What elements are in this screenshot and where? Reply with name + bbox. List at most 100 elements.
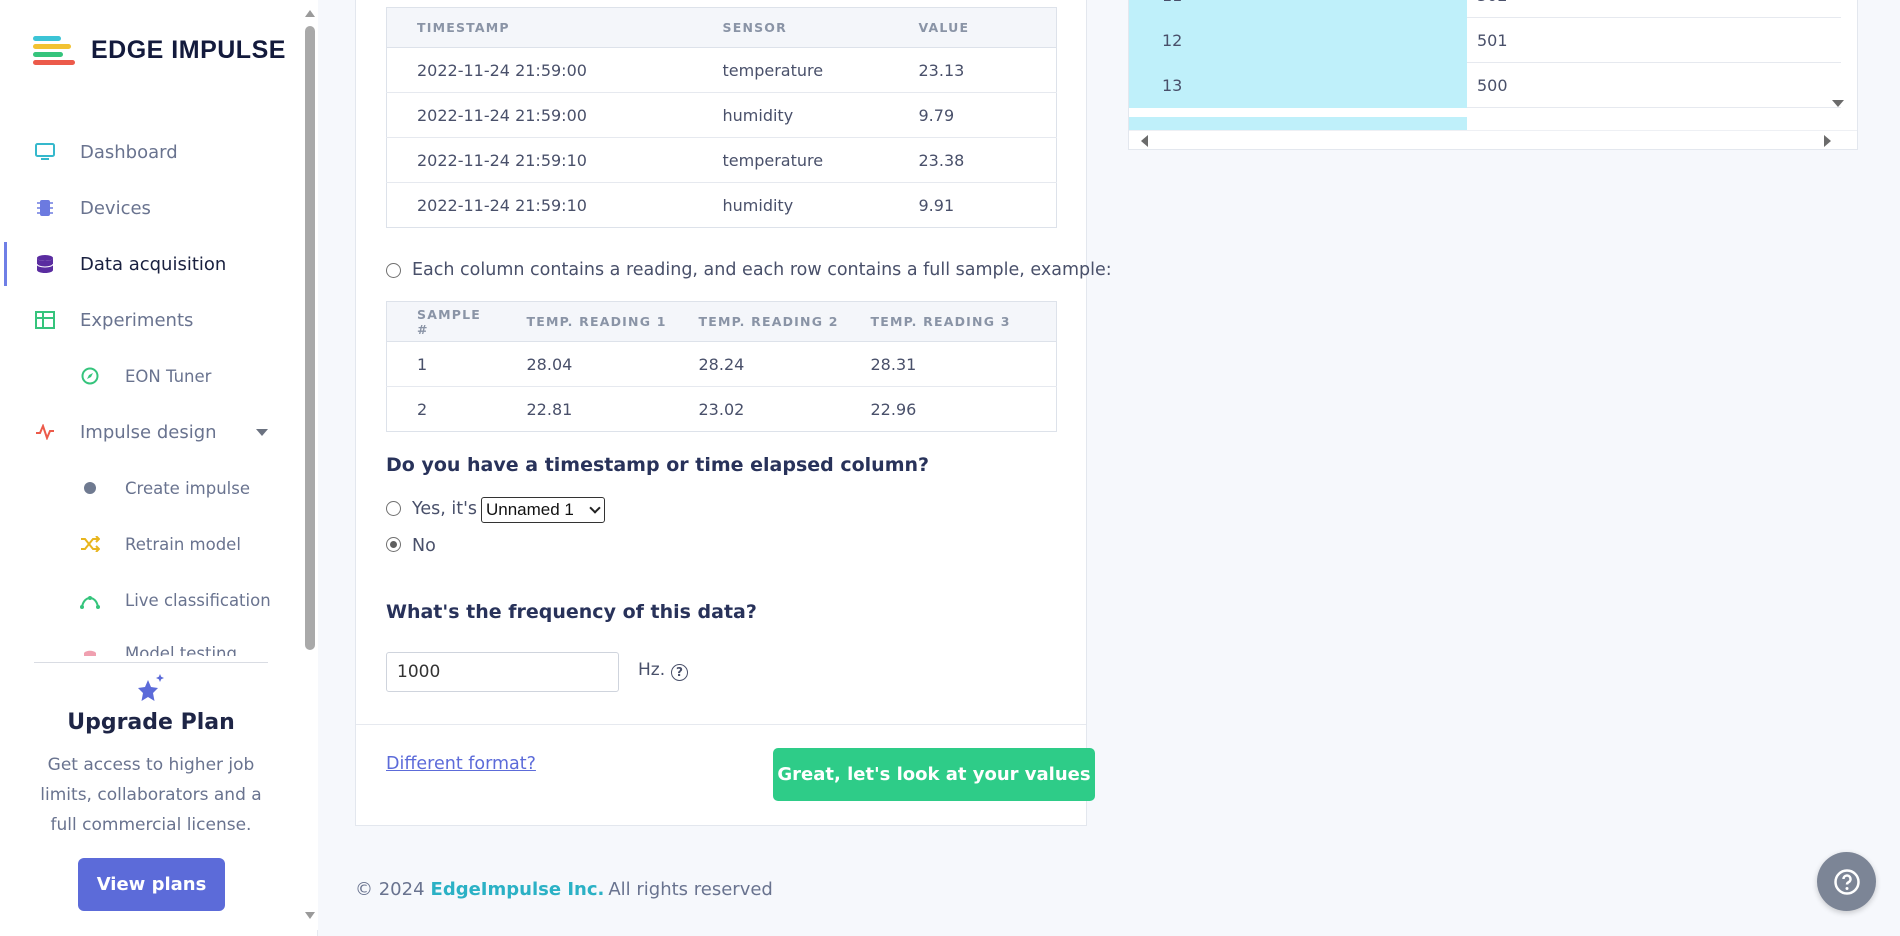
logo-mark-icon (33, 34, 77, 66)
database-icon (34, 253, 56, 275)
sidebar-item-label: Model testing (125, 644, 237, 656)
table-cell: 2022-11-24 21:59:10 (386, 182, 693, 228)
sidebar-item-retrain-model[interactable]: Retrain model (0, 522, 300, 566)
table-cell: 2022-11-24 21:59:00 (386, 92, 693, 138)
table-cell: 28.31 (840, 341, 1057, 387)
table-cell: temperature (692, 137, 889, 183)
table-cell: temperature (692, 47, 889, 93)
timestamp-yes-label: Yes, it's (412, 499, 478, 519)
pulse-icon (34, 421, 56, 443)
table-cell: 23.38 (888, 137, 1057, 183)
table-cell: 12 (1129, 18, 1467, 63)
flask-icon (79, 644, 101, 656)
table-cell: 502 (1467, 0, 1508, 18)
table-cell: 2022-11-24 21:59:00 (386, 47, 693, 93)
scrollbar-thumb[interactable] (305, 26, 315, 650)
table-cell: 500 (1477, 76, 1508, 95)
sidebar-item-label: Create impulse (125, 478, 250, 498)
table-cell: 13 (1129, 63, 1467, 108)
chip-icon (34, 197, 56, 219)
data-preview-table: 11 502 12 501 13 500 (1128, 0, 1858, 150)
table-row: 2 22.81 23.02 22.96 (386, 386, 1057, 432)
table-row: 2022-11-24 21:59:10 temperature 23.38 (386, 137, 1057, 183)
frequency-question: What's the frequency of this data? (386, 601, 757, 623)
table-header: VALUE (888, 7, 1057, 48)
sidebar-item-live-classification[interactable]: Live classification (0, 578, 300, 622)
timestamp-yes-radio[interactable] (386, 501, 401, 516)
sidebar-item-label: Experiments (80, 309, 194, 331)
timestamp-no-label: No (412, 536, 436, 556)
sidebar-item-label: EON Tuner (125, 366, 212, 386)
view-plans-button[interactable]: View plans (78, 858, 225, 911)
look-at-values-button[interactable]: Great, let's look at your values (773, 748, 1095, 801)
timestamp-column-select[interactable]: Unnamed 1 (481, 497, 605, 523)
table-header: TIMESTAMP (386, 7, 693, 48)
copyright-year: © 2024 (355, 879, 425, 900)
compass-icon (79, 365, 101, 387)
card-footer-divider (356, 724, 1086, 725)
table-header: SENSOR (692, 7, 889, 48)
table-cell: 501 (1477, 31, 1508, 50)
sidebar-item-create-impulse[interactable]: Create impulse (0, 466, 300, 510)
sidebar-item-model-testing[interactable]: Model testing (0, 634, 300, 656)
chevron-down-icon (589, 502, 601, 514)
table-cell: 23.13 (888, 47, 1057, 93)
table-cell: 23.02 (668, 386, 841, 432)
scroll-down-arrow-icon[interactable] (305, 912, 315, 919)
edge-impulse-link[interactable]: EdgeImpulse Inc. (431, 879, 605, 900)
scroll-down-arrow-icon[interactable] (1832, 100, 1844, 107)
sidebar: EDGE IMPULSE Dashboard Devices Data acqu… (0, 0, 318, 936)
table-row: 2022-11-24 21:59:10 humidity 9.91 (386, 182, 1057, 228)
table-cell: 22.96 (840, 386, 1057, 432)
table-cell: 22.81 (496, 386, 669, 432)
sidebar-divider (34, 662, 268, 663)
table-icon (34, 309, 56, 331)
scroll-left-arrow-icon[interactable] (1141, 135, 1148, 147)
sidebar-item-label: Live classification (125, 590, 271, 610)
horizontal-scrollbar[interactable] (1129, 130, 1857, 148)
sidebar-item-label: Impulse design (80, 421, 217, 443)
sidebar-item-eon-tuner[interactable]: EON Tuner (0, 354, 300, 398)
sparkle-star-icon (134, 672, 168, 708)
frequency-unit: Hz. (638, 660, 666, 680)
sidebar-item-experiments[interactable]: Experiments (0, 298, 300, 342)
scroll-right-arrow-icon[interactable] (1824, 135, 1831, 147)
sidebar-item-dashboard[interactable]: Dashboard (0, 130, 300, 174)
table-row: 2022-11-24 21:59:00 temperature 23.13 (386, 47, 1057, 93)
monitor-icon (34, 141, 56, 163)
question-mark-icon[interactable]: ? (671, 664, 688, 681)
chevron-down-icon[interactable] (256, 429, 268, 436)
example-table-row-per-reading: TIMESTAMP SENSOR VALUE 2022-11-24 21:59:… (386, 7, 1057, 228)
timestamp-question: Do you have a timestamp or time elapsed … (386, 454, 930, 476)
sidebar-item-label: Dashboard (80, 141, 178, 163)
table-header: SAMPLE # (386, 301, 497, 342)
copyright-rights: All rights reserved (608, 879, 773, 900)
upgrade-plan-title: Upgrade Plan (67, 710, 235, 735)
timestamp-no-radio[interactable] (386, 537, 401, 552)
timestamp-column-selected: Unnamed 1 (486, 500, 574, 519)
sidebar-item-data-acquisition[interactable]: Data acquisition (0, 242, 300, 286)
example-table-row-per-sample: SAMPLE # TEMP. READING 1 TEMP. READING 2… (386, 301, 1057, 432)
edge-impulse-logo[interactable]: EDGE IMPULSE (33, 34, 286, 66)
table-row: 11 502 (1129, 0, 1841, 18)
table-header: TEMP. READING 1 (496, 301, 669, 342)
dot-icon (79, 477, 101, 499)
table-row: 12 501 (1129, 18, 1841, 63)
frequency-input[interactable] (386, 652, 619, 692)
question-circle-icon (1833, 868, 1860, 895)
table-row: 2022-11-24 21:59:00 humidity 9.79 (386, 92, 1057, 138)
help-chat-button[interactable] (1817, 852, 1876, 911)
format-row-per-sample-label: Each column contains a reading, and each… (412, 260, 1112, 280)
curve-icon (79, 589, 101, 611)
sidebar-item-label: Data acquisition (80, 253, 227, 275)
shuffle-icon (79, 533, 101, 555)
format-row-per-sample-radio[interactable] (386, 263, 401, 278)
different-format-link[interactable]: Different format? (386, 754, 536, 774)
main-content: TIMESTAMP SENSOR VALUE 2022-11-24 21:59:… (318, 0, 1900, 936)
sidebar-item-impulse-design[interactable]: Impulse design (0, 410, 300, 454)
scroll-up-arrow-icon[interactable] (305, 10, 315, 17)
upgrade-plan-description: Get access to higher job limits, collabo… (40, 755, 262, 835)
sidebar-item-devices[interactable]: Devices (0, 186, 300, 230)
table-cell: humidity (692, 182, 889, 228)
sidebar-scrollbar[interactable] (302, 0, 318, 930)
